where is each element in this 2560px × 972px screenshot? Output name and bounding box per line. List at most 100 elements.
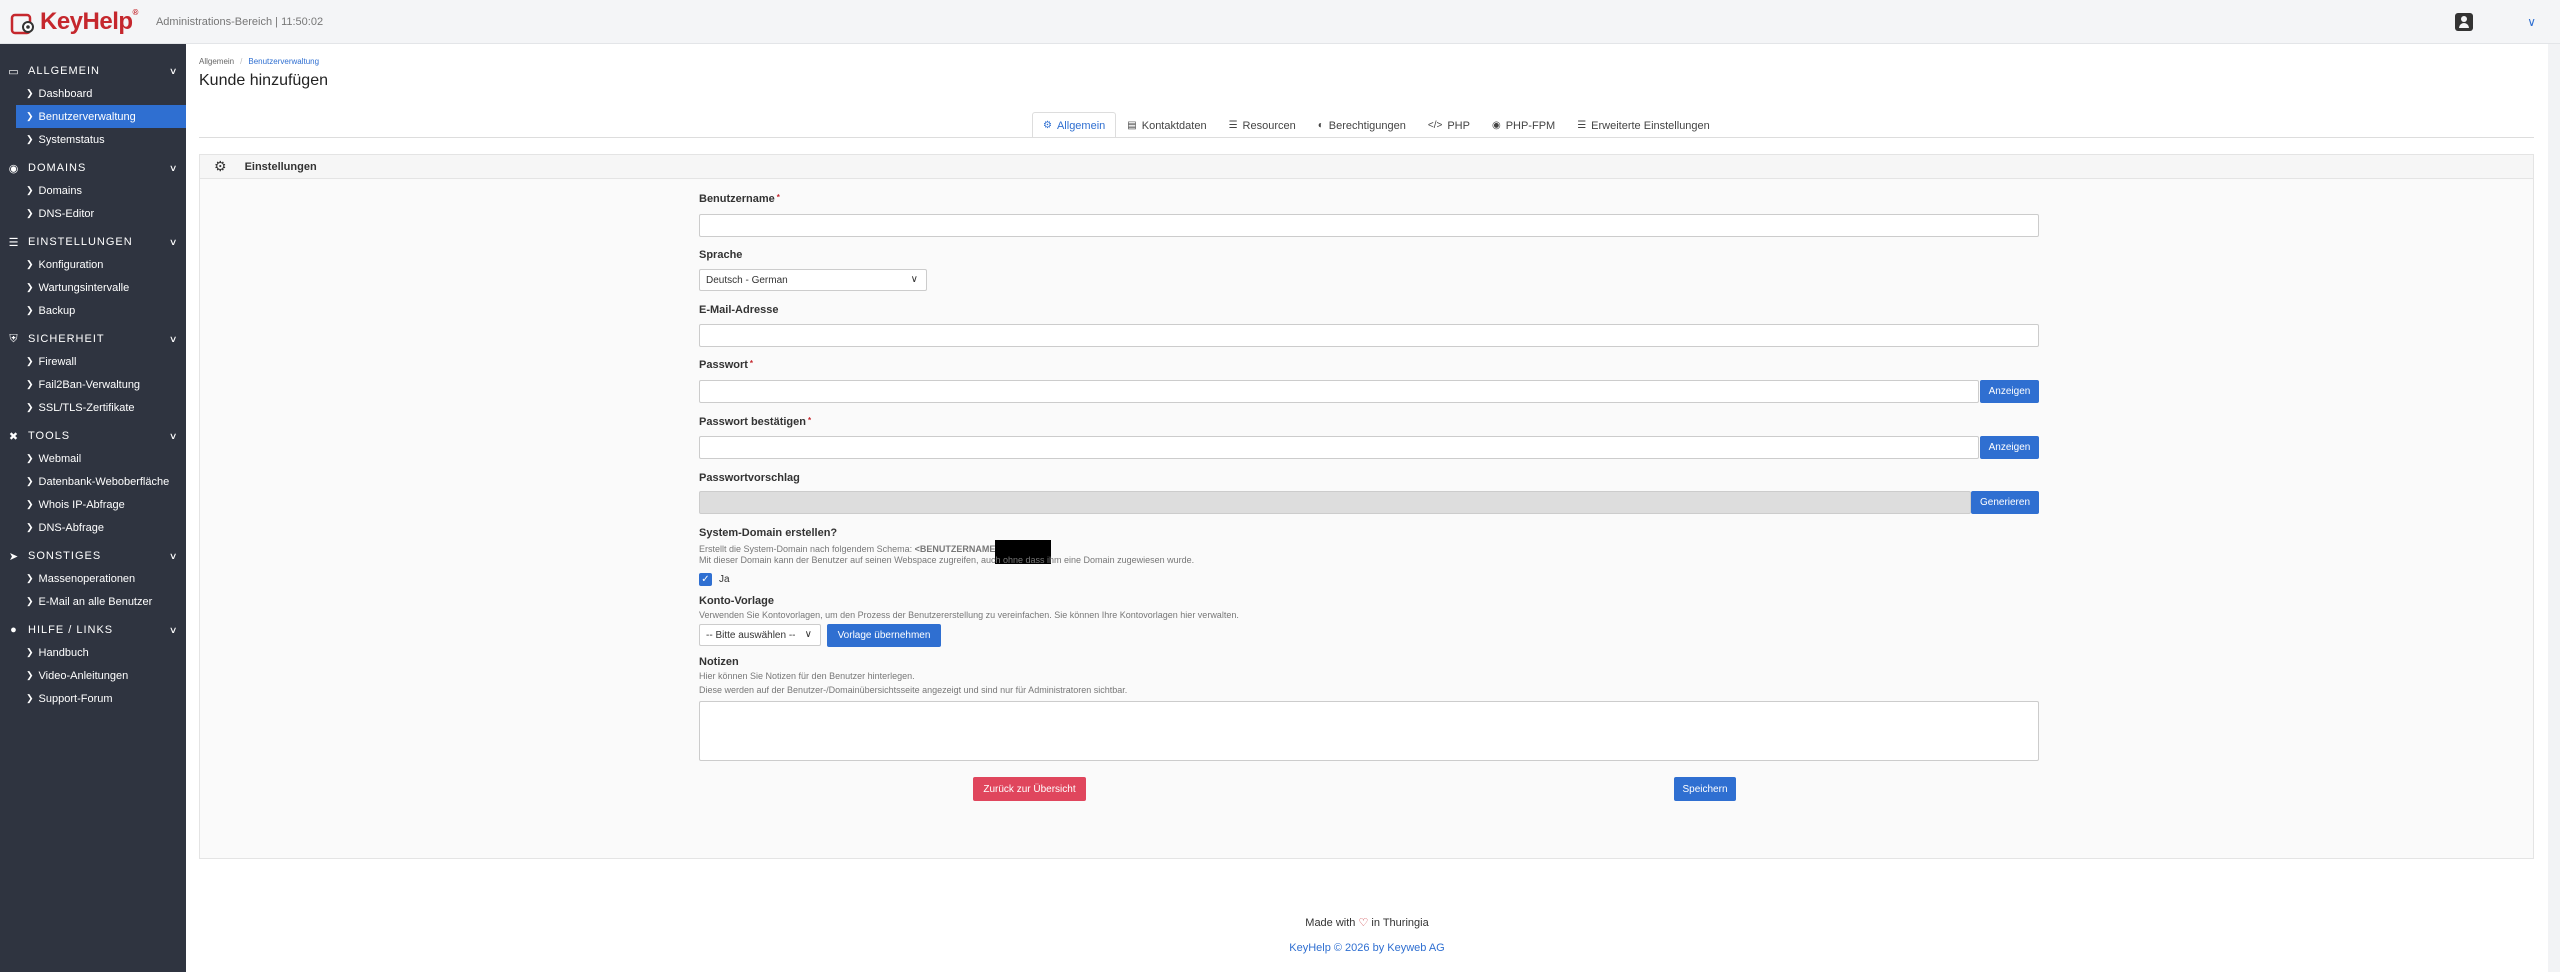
top-bar: KeyHelp® Administrations-Bereich | 11:50… (0, 0, 2560, 44)
chevron-down-icon: ∨ (910, 274, 918, 285)
rocket-icon: ➤ (8, 550, 20, 563)
chevron-right-icon: ❯ (26, 379, 34, 389)
tab-resourcen[interactable]: ☰ Resourcen (1218, 112, 1307, 138)
tab-kontaktdaten[interactable]: ▤ Kontaktdaten (1116, 112, 1217, 138)
tabs-divider (199, 137, 2534, 138)
show-password-confirm-button[interactable]: Anzeigen (1980, 436, 2039, 459)
tab-php[interactable]: </> PHP (1417, 112, 1481, 138)
language-select[interactable]: Deutsch - German ∨ (699, 269, 927, 291)
chevron-right-icon: ❯ (26, 402, 34, 412)
chevron-right-icon: ❯ (26, 185, 34, 195)
chevron-right-icon: ❯ (26, 111, 34, 121)
tab-erweiterte-einstellungen[interactable]: ☰ Erweiterte Einstellungen (1566, 112, 1721, 138)
sidebar-item-video[interactable]: ❯ Video-Anleitungen (0, 664, 186, 687)
chevron-down-icon: ∨ (169, 236, 180, 247)
chevron-right-icon: ❯ (26, 476, 34, 486)
chevron-right-icon: ❯ (26, 356, 34, 366)
breadcrumb: Allgemein / Benutzerverwaltung (199, 57, 320, 66)
card-title: Einstellungen (244, 160, 317, 173)
template-select[interactable]: -- Bitte auswählen -- ∨ (699, 624, 821, 646)
notes-textarea[interactable] (699, 701, 2039, 761)
sidebar-item-konfiguration[interactable]: ❯ Konfiguration (0, 253, 186, 276)
sidebar-item-dns-editor[interactable]: ❯ DNS-Editor (0, 202, 186, 225)
chevron-right-icon: ❯ (26, 282, 34, 292)
shield-icon: ⛨ (9, 332, 19, 345)
sidebar-item-firewall[interactable]: ❯ Firewall (0, 350, 186, 373)
password-input[interactable] (699, 380, 1979, 403)
sidebar-section-hilfe[interactable]: ● HILFE / LINKS ∨ (0, 619, 186, 641)
sidebar-section-tools[interactable]: ✖ TOOLS ∨ (0, 425, 186, 447)
sidebar-item-dns-abfrage[interactable]: ❯ DNS-Abfrage (0, 516, 186, 539)
system-domain-checkbox[interactable]: ✓ (699, 573, 712, 586)
tab-allgemein[interactable]: ⚙ Allgemein (1032, 112, 1117, 138)
username-input[interactable] (699, 214, 2039, 237)
sidebar-item-fail2ban[interactable]: ❯ Fail2Ban-Verwaltung (0, 373, 186, 396)
breadcrumb-home[interactable]: Allgemein (199, 57, 234, 66)
template-help: Verwenden Sie Kontovorlagen, um den Proz… (699, 610, 1239, 620)
sidebar-section-sonstiges[interactable]: ➤ SONSTIGES ∨ (0, 545, 186, 567)
sidebar-item-domains[interactable]: ❯ Domains (0, 179, 186, 202)
chevron-down-icon: ∨ (804, 629, 812, 640)
chevron-right-icon: ❯ (26, 499, 34, 509)
chevron-right-icon: ❯ (26, 134, 34, 144)
sidebar-item-backup[interactable]: ❯ Backup (0, 299, 186, 322)
sidebar-item-whois[interactable]: ❯ Whois IP-Abfrage (0, 493, 186, 516)
sidebar-item-webmail[interactable]: ❯ Webmail (0, 447, 186, 470)
chevron-right-icon: ❯ (26, 305, 34, 315)
system-domain-check-label: Ja (719, 574, 730, 585)
tab-php-fpm[interactable]: ◉ PHP-FPM (1481, 112, 1566, 138)
chevron-down-icon: ∨ (169, 550, 180, 561)
notes-label: Notizen (699, 656, 739, 668)
monitor-icon: ▭ (8, 65, 20, 78)
sidebar-item-massenoperationen[interactable]: ❯ Massenoperationen (0, 567, 186, 590)
chevron-down-icon[interactable]: ∨ (2527, 15, 2536, 29)
sidebar: ▭ ALLGEMEIN ∨ ❯ Dashboard ❯ Benutzerverwal… (0, 44, 186, 972)
password-suggestion-field (699, 491, 1971, 514)
sidebar-item-ssl-tls[interactable]: ❯ SSL/TLS-Zertifikate (0, 396, 186, 419)
chevron-right-icon: ❯ (26, 453, 34, 463)
sliders-icon: ☰ (8, 236, 20, 249)
list-icon: ☰ (1228, 120, 1238, 131)
tab-bar: ⚙ Allgemein ▤ Kontaktdaten ☰ Resourcen ◐ Ber… (1032, 112, 1721, 138)
sidebar-item-systemstatus[interactable]: ❯ Systemstatus (0, 128, 186, 151)
sidebar-section-sicherheit[interactable]: ⛨ SICHERHEIT ∨ (0, 328, 186, 350)
tools-icon: ✖ (8, 430, 20, 443)
email-label: E-Mail-Adresse (699, 304, 779, 316)
sidebar-item-forum[interactable]: ❯ Support-Forum (0, 687, 186, 710)
password-confirm-input[interactable] (699, 436, 1979, 459)
system-domain-label: System-Domain erstellen? (699, 527, 838, 539)
template-label: Konto-Vorlage (699, 595, 774, 607)
help-icon: ● (10, 624, 18, 636)
sidebar-item-dashboard[interactable]: ❯ Dashboard (0, 82, 186, 105)
email-input[interactable] (699, 324, 2039, 347)
back-to-overview-button[interactable]: Zurück zur Übersicht (973, 777, 1086, 801)
main-content: Allgemein / Benutzerverwaltung Kunde hinzu… (186, 44, 2548, 972)
sidebar-item-datenbank[interactable]: ❯ Datenbank-Weboberfläche (0, 470, 186, 493)
show-password-button[interactable]: Anzeigen (1980, 380, 2039, 403)
save-button[interactable]: Speichern (1674, 777, 1736, 801)
chevron-down-icon: ∨ (169, 162, 180, 173)
globe-icon: ◉ (8, 162, 20, 175)
heart-icon: ♡ (1358, 917, 1369, 929)
gear-icon: ⚙ (1043, 120, 1052, 131)
username-label: Benutzername * (699, 193, 780, 205)
chevron-down-icon: ∨ (169, 65, 180, 76)
logo-text: KeyHelp® (40, 7, 138, 35)
sidebar-item-benutzerverwaltung[interactable]: ❯ Benutzerverwaltung (16, 105, 186, 128)
sidebar-item-email-alle[interactable]: ❯ E-Mail an alle Benutzer (0, 590, 186, 613)
apply-template-button[interactable]: Vorlage übernehmen (827, 624, 941, 647)
keyhelp-logo[interactable]: KeyHelp® (10, 8, 138, 36)
sidebar-section-einstellungen[interactable]: ☰ EINSTELLUNGEN ∨ (0, 231, 186, 253)
sidebar-item-handbuch[interactable]: ❯ Handbuch (0, 641, 186, 664)
user-account-icon[interactable] (2455, 13, 2474, 31)
tab-berechtigungen[interactable]: ◐ Berechtigungen (1307, 112, 1417, 138)
generate-password-button[interactable]: Generieren (1971, 491, 2039, 514)
system-domain-help-2: Mit dieser Domain kann der Benutzer auf … (699, 555, 1195, 565)
breadcrumb-current[interactable]: Benutzerverwaltung (248, 57, 319, 66)
sidebar-section-allgemein[interactable]: ▭ ALLGEMEIN ∨ (0, 60, 186, 82)
footer-copyright[interactable]: KeyHelp © 2026 by Keyweb AG (186, 942, 2548, 954)
notes-help-1: Hier können Sie Notizen für den Benutzer… (699, 671, 915, 681)
password-suggestion-label: Passwortvorschlag (699, 472, 800, 484)
sidebar-section-domains[interactable]: ◉ DOMAINS ∨ (0, 157, 186, 179)
sidebar-item-wartungsintervalle[interactable]: ❯ Wartungsintervalle (0, 276, 186, 299)
